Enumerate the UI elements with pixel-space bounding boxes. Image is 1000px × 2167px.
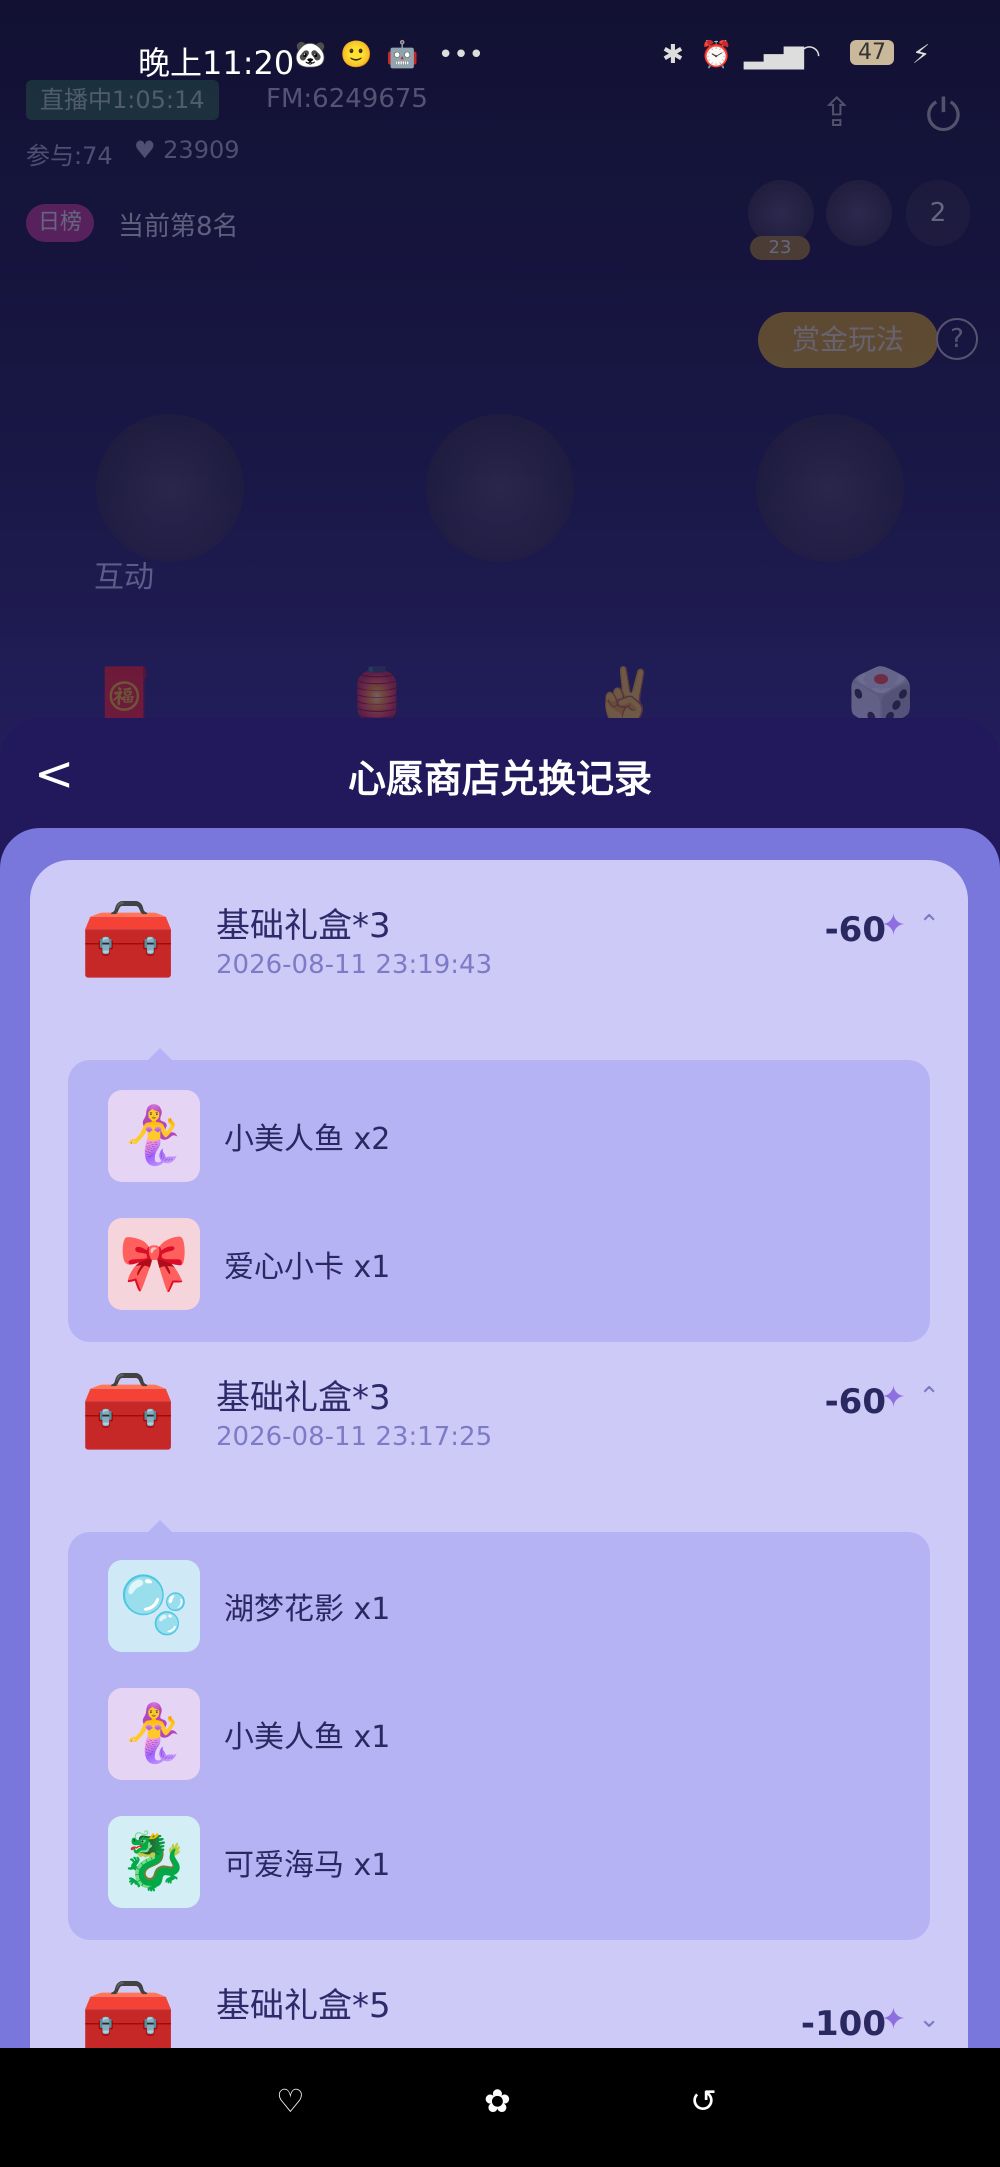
record-amount: -60 (824, 910, 886, 950)
like-value: 23909 (163, 136, 240, 164)
fm-id: FM:6249675 (266, 84, 428, 114)
mic-seat-avatar[interactable] (96, 414, 244, 562)
record-title: 基础礼盒*5 (216, 1986, 391, 2026)
bluetooth-icon: ✱ (662, 40, 684, 70)
sheet-header: < 心愿商店兑换记录 (0, 718, 1000, 828)
item-name: 湖梦花影 x1 (224, 1592, 391, 1627)
record-date: 2026-08-11 23:19:43 (216, 950, 493, 980)
item-name: 可爱海马 x1 (224, 1848, 391, 1883)
system-navigation-bar: ♡ ✿ ↺ (0, 2048, 1000, 2167)
mic-seat-avatar[interactable] (756, 414, 904, 562)
record-list[interactable]: 🧰 基础礼盒*3 2026-08-11 23:19:43 -60 ✦ ⌃ 🧜‍♀… (30, 860, 968, 2048)
viewer-count[interactable]: 2 (906, 180, 970, 246)
list-item: 🧜‍♀️ 小美人鱼 x2 (108, 1084, 868, 1184)
detail-pointer (148, 1048, 172, 1060)
record-detail: 🧜‍♀️ 小美人鱼 x2 🎀 爱心小卡 x1 (68, 1048, 930, 1342)
treasure-chest-icon: 🧰 (79, 1975, 177, 2048)
mermaid-icon: 🧜‍♀️ (108, 1090, 200, 1182)
interact-section-title: 互动 (94, 560, 154, 595)
crystal-icon: ✦ (880, 1380, 906, 1415)
rank-position: 当前第8名 (118, 212, 239, 242)
viewer-level-badge: 23 (750, 236, 810, 260)
daily-rank-tag[interactable]: 日榜 (26, 204, 95, 242)
viewer-avatar[interactable] (826, 180, 892, 246)
bubble-flower-icon: 🫧 (108, 1560, 200, 1652)
chevron-up-icon[interactable]: ⌃ (918, 1382, 940, 1412)
item-name: 小美人鱼 x2 (224, 1122, 391, 1157)
notification-icon: 🐼 (294, 40, 327, 70)
item-name: 爱心小卡 x1 (224, 1250, 391, 1285)
alarm-icon: ⏰ (700, 40, 733, 70)
list-item: 🫧 湖梦花影 x1 (108, 1554, 868, 1654)
notification-icon: 🤖 (386, 40, 419, 70)
list-item: 🧜‍♀️ 小美人鱼 x1 (108, 1682, 868, 1782)
record-detail: 🫧 湖梦花影 x1 🧜‍♀️ 小美人鱼 x1 🐉 可爱海马 x1 (68, 1520, 930, 1940)
record-header[interactable]: 🧰 基础礼盒*3 2026-08-11 23:17:25 -60 ✦ ⌃ (30, 1352, 968, 1472)
record-panel: 🧰 基础礼盒*3 2026-08-11 23:19:43 -60 ✦ ⌃ 🧜‍♀… (0, 828, 1000, 2048)
wifi-icon: ◠ (798, 40, 821, 70)
record-title: 基础礼盒*3 (216, 1378, 391, 1418)
treasure-chest-icon: 🧰 (79, 1367, 177, 1457)
detail-pointer (148, 1520, 172, 1532)
chevron-down-icon[interactable]: ⌄ (918, 2004, 940, 2034)
share-icon[interactable]: ⇪ (820, 90, 854, 136)
flower-nav-icon[interactable]: ✿ (484, 2082, 511, 2120)
record-amount: -60 (824, 1382, 886, 1422)
help-icon[interactable]: ? (936, 318, 978, 360)
more-notifications-icon: ••• (438, 40, 485, 70)
seahorse-icon: 🐉 (108, 1816, 200, 1908)
mic-seat-avatar[interactable] (426, 414, 574, 562)
record-header[interactable]: 🧰 基础礼盒*3 2026-08-11 23:19:43 -60 ✦ ⌃ (30, 880, 968, 1000)
like-count: ♥ 23909 (134, 136, 240, 164)
bounty-play-button[interactable]: 赏金玩法 (758, 312, 938, 368)
charging-icon: ⚡ (912, 40, 931, 70)
participant-count: 参与:74 (26, 142, 113, 170)
crystal-icon: ✦ (880, 2002, 906, 2037)
power-icon[interactable]: ⏻ (926, 90, 961, 141)
live-duration-badge: 直播中1:05:14 (26, 80, 219, 120)
chevron-up-icon[interactable]: ⌃ (918, 910, 940, 940)
clock: 晚上11:20 (138, 44, 295, 82)
heart-icon: ♥ (134, 136, 164, 164)
live-room-background: 晚上11:20 🐼 🙂 🤖 ••• ✱ ⏰ ▂▄▆ ◠ 47 ⚡ 直播中1:05… (0, 0, 1000, 760)
item-name: 小美人鱼 x1 (224, 1720, 391, 1755)
exchange-record-sheet: < 心愿商店兑换记录 🧰 基础礼盒*3 2026-08-11 23:19:43 … (0, 718, 1000, 2048)
sheet-title: 心愿商店兑换记录 (347, 757, 652, 801)
list-item: 🎀 爱心小卡 x1 (108, 1212, 868, 1312)
record-title: 基础礼盒*3 (216, 906, 391, 946)
record-amount: -100 (800, 2004, 886, 2044)
heart-card-icon: 🎀 (108, 1218, 200, 1310)
battery-icon: 47 (850, 40, 894, 65)
treasure-chest-icon: 🧰 (79, 895, 177, 985)
list-item: 🐉 可爱海马 x1 (108, 1810, 868, 1910)
record-header[interactable]: 🧰 基础礼盒*5 -100 ✦ ⌄ (30, 1960, 968, 2048)
mermaid-icon: 🧜‍♀️ (108, 1688, 200, 1780)
signal-icon: ▂▄▆ (744, 40, 804, 70)
back-nav-icon[interactable]: ↺ (690, 2082, 717, 2120)
crystal-icon: ✦ (880, 908, 906, 943)
notification-icon: 🙂 (340, 40, 373, 70)
record-date: 2026-08-11 23:17:25 (216, 1422, 493, 1452)
heart-nav-icon[interactable]: ♡ (276, 2082, 305, 2120)
